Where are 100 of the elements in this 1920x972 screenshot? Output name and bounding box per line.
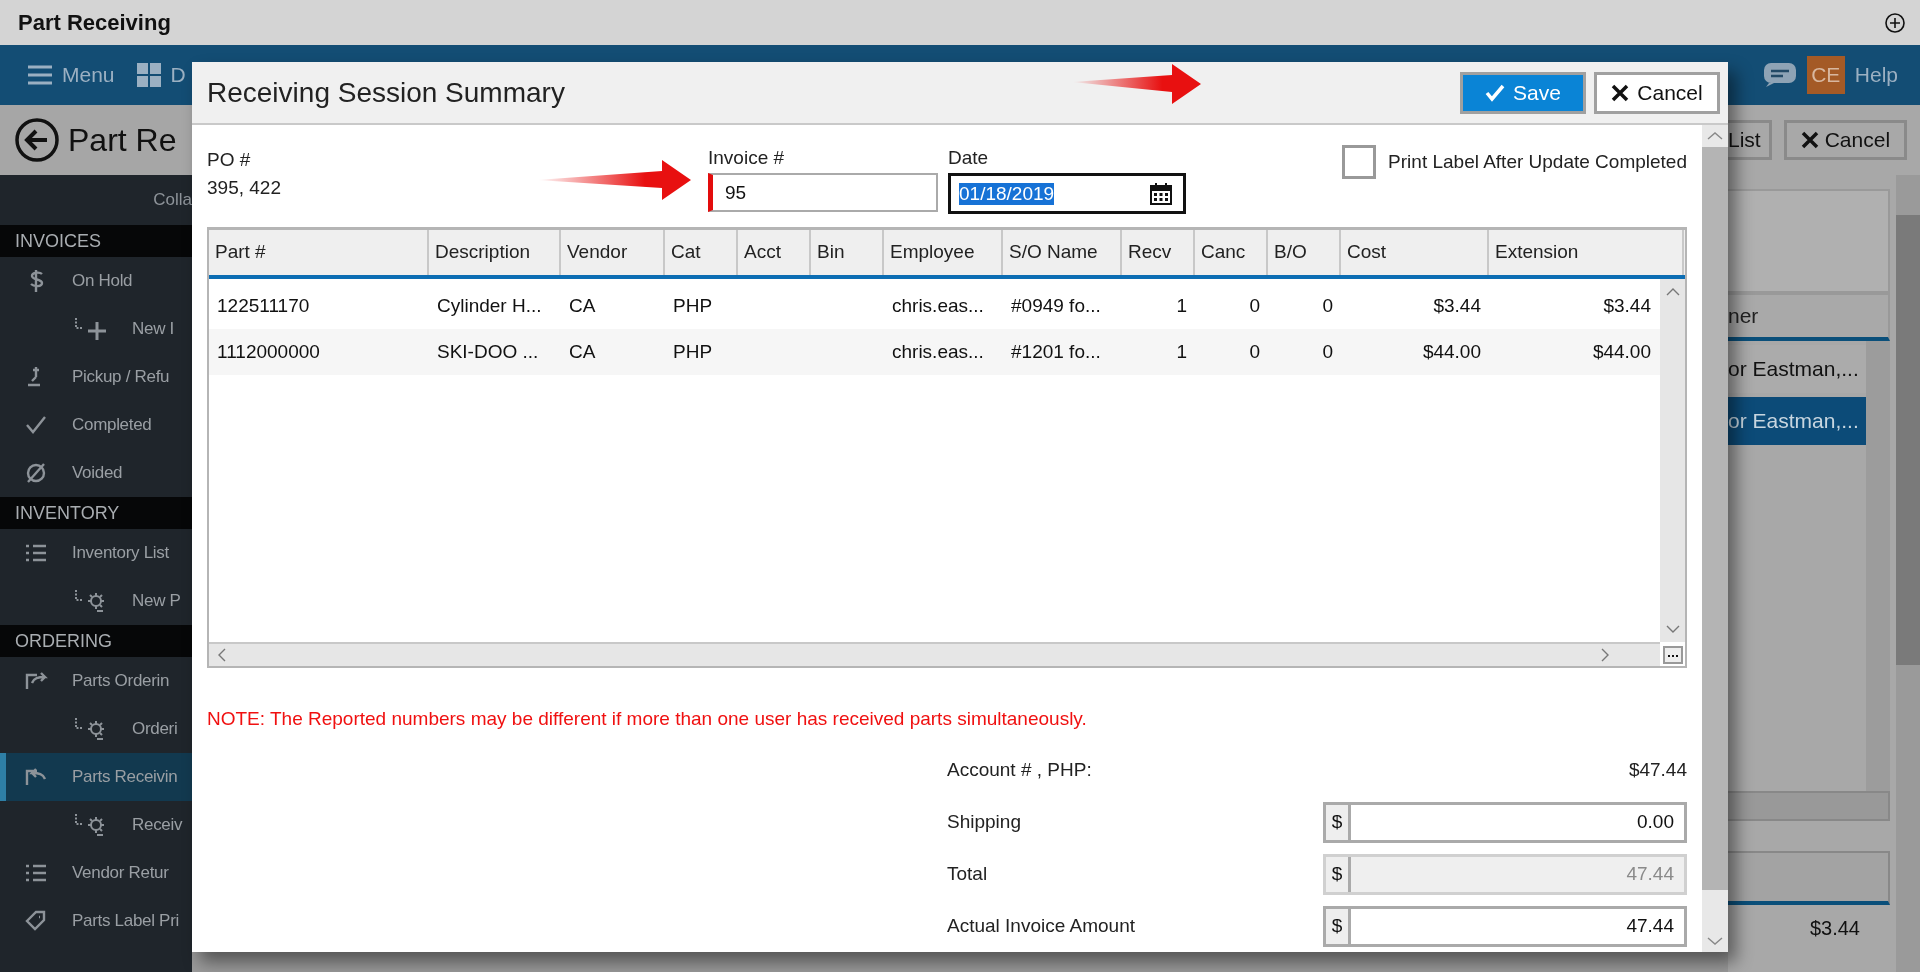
column-header[interactable]: Cost (1341, 229, 1489, 275)
app-title: Part Receiving (18, 9, 171, 36)
close-icon (1611, 83, 1630, 102)
column-header[interactable]: Employee (884, 229, 1003, 275)
column-header[interactable]: Bin (811, 229, 884, 275)
dashboard-label[interactable]: D (170, 63, 186, 87)
page-title: Part Re (68, 121, 177, 159)
chat-icon[interactable] (1762, 62, 1797, 88)
column-header[interactable]: ner (1728, 293, 1890, 341)
cancel-button[interactable]: Cancel (1783, 120, 1908, 160)
chevron-left-icon[interactable] (217, 648, 227, 662)
table-cell-text: 0 (1248, 339, 1261, 364)
dashboard-icon[interactable] (136, 63, 161, 87)
column-header[interactable]: Vendor (561, 229, 665, 275)
save-button[interactable]: Save (1460, 71, 1586, 114)
table-cell-text: CA (568, 339, 597, 364)
table-cell-text: #0949 fo... (1010, 293, 1102, 318)
sidebar-item[interactable]: Inventory List (0, 529, 192, 577)
table-cell-text: 1 (1175, 339, 1188, 364)
column-header[interactable]: Recv (1122, 229, 1195, 275)
account-label: Account # , PHP: (947, 759, 1092, 781)
table-cell-text: PHP (672, 293, 714, 318)
table-cell-text: 0 (1321, 293, 1334, 318)
menu-item-icon (24, 909, 48, 933)
more-icon[interactable] (1663, 646, 1683, 664)
menu-icon[interactable] (28, 65, 52, 85)
sidebar-item[interactable]: On Hold (0, 257, 192, 305)
column-header[interactable]: B/O (1268, 229, 1341, 275)
table-cell-text: CA (568, 293, 597, 318)
list-row[interactable]: or Eastman,... (1728, 397, 1866, 445)
sidebar-item[interactable]: Parts Orderin (0, 657, 192, 705)
section-header: INVOICES (0, 225, 192, 257)
date-label: Date (948, 147, 990, 169)
invoice-field[interactable]: 95 (708, 173, 938, 212)
list-button[interactable]: List (1728, 120, 1772, 160)
column-header[interactable]: Canc (1195, 229, 1268, 275)
horizontal-scrollbar[interactable] (209, 642, 1660, 666)
sidebar-item[interactable]: Vendor Retur (0, 849, 192, 897)
sidebar-item[interactable]: Voided (0, 449, 192, 497)
chevron-down-icon[interactable] (1707, 936, 1723, 946)
column-header[interactable]: Extension (1489, 229, 1684, 275)
print-label-text: Print Label After Update Completed (1388, 151, 1687, 173)
po-value: 395, 422 (207, 177, 282, 199)
invoice-label: Invoice # (708, 147, 786, 169)
table-cell-text: 122511170 (216, 293, 311, 318)
sidebar-subitem[interactable]: Receiv (0, 801, 192, 849)
chevron-up-icon[interactable] (1707, 131, 1723, 141)
back-icon[interactable] (14, 117, 60, 163)
add-icon[interactable] (1884, 11, 1906, 34)
date-field[interactable]: 01/18/2019 (948, 173, 1186, 214)
sidebar-item[interactable]: Completed (0, 401, 192, 449)
table-cell-text: $44.00 (1591, 339, 1652, 364)
section-header: INVENTORY (0, 497, 192, 529)
table-cell-text: 0 (1321, 339, 1334, 364)
cancel-button[interactable]: Cancel (1594, 71, 1720, 114)
print-label-checkbox[interactable] (1342, 145, 1377, 179)
column-header[interactable]: Cat (665, 229, 738, 275)
column-header[interactable]: Part # (209, 229, 429, 275)
amount-text: $3.44 (1808, 916, 1861, 940)
table-cell-text: 1112000000 (216, 339, 321, 364)
sidebar-subitem[interactable]: Orderi (0, 705, 192, 753)
field-label: Total (947, 863, 988, 885)
chevron-up-icon[interactable] (1665, 286, 1680, 297)
amount-field[interactable]: $ 0.00 (1323, 801, 1687, 843)
table-cell-text: #1201 fo... (1010, 339, 1102, 364)
table-cell-text: $3.44 (1602, 293, 1652, 318)
column-header[interactable]: Description (429, 229, 561, 275)
table-cell-text: 0 (1248, 293, 1261, 318)
chevron-down-icon[interactable] (1665, 624, 1680, 634)
scrollbar[interactable] (1896, 175, 1920, 972)
scrollbar[interactable] (1728, 791, 1890, 821)
sidebar-subitem[interactable]: New P (0, 577, 192, 625)
close-icon (1800, 131, 1819, 149)
section-header: ORDERING (0, 625, 192, 657)
chevron-right-icon[interactable] (1600, 648, 1610, 662)
account-amount: $47.44 (1628, 759, 1687, 781)
column-header[interactable]: S/O Name (1003, 229, 1122, 275)
table-cell-text: Cylinder H... (436, 293, 543, 318)
sidebar-subitem[interactable]: New I (0, 305, 192, 353)
calendar-icon[interactable] (1149, 181, 1173, 206)
field-label: Actual Invoice Amount (947, 915, 1135, 937)
sidebar-item[interactable]: Parts Label Pri (0, 897, 192, 945)
table-cell-text: PHP (672, 339, 714, 364)
table-cell-text: SKI-DOO ... (436, 339, 540, 364)
vertical-scrollbar[interactable] (1660, 278, 1685, 642)
sidebar-item[interactable]: Parts Receivin (0, 753, 192, 801)
amount-field[interactable]: $ 47.44 (1323, 905, 1687, 947)
table-cell-text: chris.eas... (891, 339, 985, 364)
table-cell-text: 1 (1175, 293, 1188, 318)
table-cell-text: $3.44 (1432, 293, 1482, 318)
collapse-link[interactable]: Colla (153, 190, 192, 210)
field-label: Shipping (947, 811, 1021, 833)
po-label: PO # (207, 149, 252, 171)
vertical-scrollbar[interactable] (1702, 125, 1728, 952)
menu-label[interactable]: Menu (62, 63, 115, 87)
sidebar-item[interactable]: Pickup / Refu (0, 353, 192, 401)
scrollbar[interactable] (1866, 341, 1890, 791)
column-header[interactable]: Acct (738, 229, 811, 275)
help-link[interactable]: Help (1854, 63, 1898, 87)
dialog-title: Receiving Session Summary (207, 76, 565, 109)
